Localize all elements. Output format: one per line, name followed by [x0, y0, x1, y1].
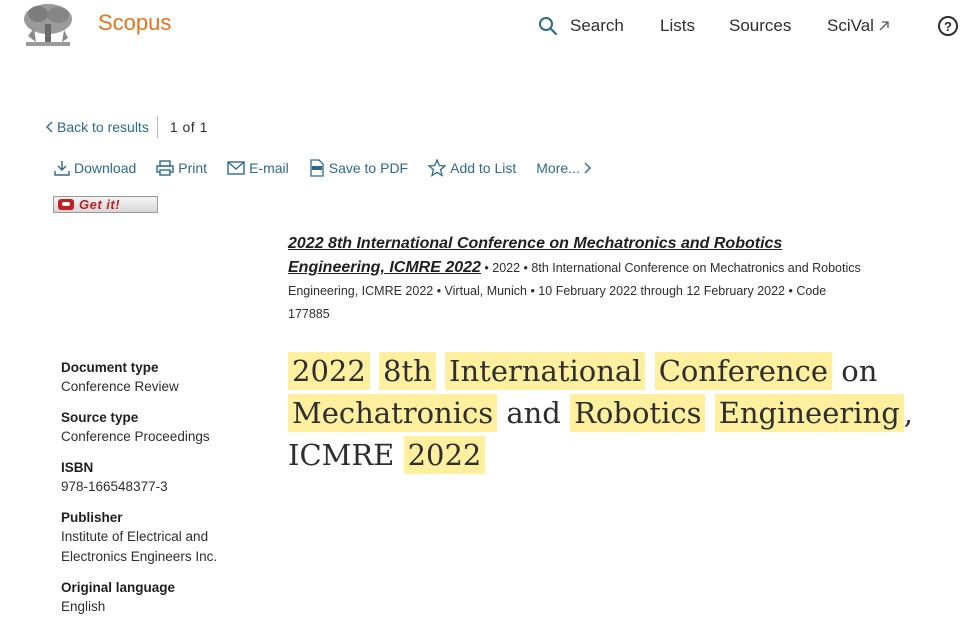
back-to-results-label: Back to results — [57, 119, 149, 135]
language-value: English — [61, 599, 106, 614]
publisher-value-cont: Electronics Engineers Inc. — [61, 549, 218, 564]
title-word: 8th — [379, 352, 436, 390]
title-word: 2022 — [403, 436, 486, 474]
print-button[interactable]: Print — [156, 160, 207, 176]
email-label: E-mail — [249, 160, 289, 176]
title-word: 2022 — [288, 352, 370, 390]
title-word: Mechatronics — [288, 394, 498, 432]
source-type-value: Conference Proceedings — [61, 429, 210, 444]
source-info: 2022 8th International Conference on Mec… — [288, 232, 958, 326]
help-icon[interactable]: ? — [938, 16, 958, 36]
source-title-link-cont[interactable]: Engineering, ICMRE 2022 — [288, 259, 481, 276]
nav-lists[interactable]: Lists — [660, 16, 695, 36]
nav-sources[interactable]: Sources — [729, 16, 791, 36]
back-to-results-link[interactable]: Back to results — [46, 119, 149, 135]
save-to-pdf-button[interactable]: Save to PDF — [309, 159, 408, 177]
document-actions: Download Print E-mail Save to PDF Add to… — [54, 159, 611, 177]
source-type-label: Source type — [61, 410, 139, 425]
save-to-pdf-label: Save to PDF — [328, 160, 409, 176]
divider — [156, 116, 158, 138]
title-word: on — [841, 354, 878, 388]
email-icon — [227, 161, 245, 175]
chevron-right-icon — [584, 162, 591, 174]
title-word: Robotics — [570, 394, 706, 432]
source-meta-line: Engineering, ICMRE 2022 • Virtual, Munic… — [288, 284, 827, 298]
source-meta: • 2022 • 8th International Conference on… — [480, 261, 861, 275]
more-label: More... — [536, 160, 580, 176]
nav-search-label: Search — [570, 16, 624, 35]
document-type-value: Conference Review — [61, 379, 179, 394]
nav-search[interactable]: Search — [538, 16, 624, 36]
print-label: Print — [178, 160, 208, 176]
get-it-label: Get it! — [79, 197, 121, 212]
external-link-icon — [879, 21, 889, 31]
elsevier-logo[interactable] — [20, 2, 76, 50]
star-icon — [428, 159, 447, 177]
add-to-list-button[interactable]: Add to List — [428, 159, 516, 177]
add-to-list-label: Add to List — [450, 160, 517, 176]
download-icon — [54, 161, 70, 176]
title-word: Conference — [654, 352, 833, 390]
scopus-brand[interactable]: Scopus — [98, 10, 171, 36]
result-navigation: Back to results 1 of 1 — [46, 116, 208, 138]
title-word: ICMRE — [288, 438, 395, 472]
more-button[interactable]: More... — [536, 160, 591, 176]
publisher-label: Publisher — [61, 510, 123, 525]
chevron-left-icon — [46, 121, 53, 133]
email-button[interactable]: E-mail — [227, 160, 289, 176]
nav-scival-label: SciVal — [827, 16, 874, 35]
get-it-button[interactable]: Get it! — [53, 196, 158, 213]
title-word: and — [506, 396, 561, 430]
title-comma: , — [903, 396, 913, 430]
isbn-value: 978-166548377-3 — [61, 479, 168, 494]
get-it-icon — [58, 199, 74, 210]
pdf-icon — [310, 159, 324, 177]
source-code: 177885 — [288, 307, 330, 321]
download-button[interactable]: Download — [54, 160, 136, 176]
download-label: Download — [74, 160, 137, 176]
document-title: 2022 8th International Conference on Mec… — [288, 350, 928, 476]
print-icon — [156, 160, 174, 176]
publisher-value: Institute of Electrical and — [61, 529, 209, 544]
document-type-label: Document type — [61, 360, 159, 375]
isbn-label: ISBN — [61, 460, 94, 475]
title-word: Engineering — [714, 394, 904, 432]
title-word: International — [445, 352, 646, 390]
language-label: Original language — [61, 580, 176, 595]
result-pager: 1 of 1 — [169, 119, 208, 135]
search-icon — [539, 17, 558, 36]
nav-scival[interactable]: SciVal — [827, 16, 890, 36]
document-details: Document type Conference Review Source t… — [61, 358, 261, 622]
source-title-link[interactable]: 2022 8th International Conference on Mec… — [288, 235, 782, 252]
